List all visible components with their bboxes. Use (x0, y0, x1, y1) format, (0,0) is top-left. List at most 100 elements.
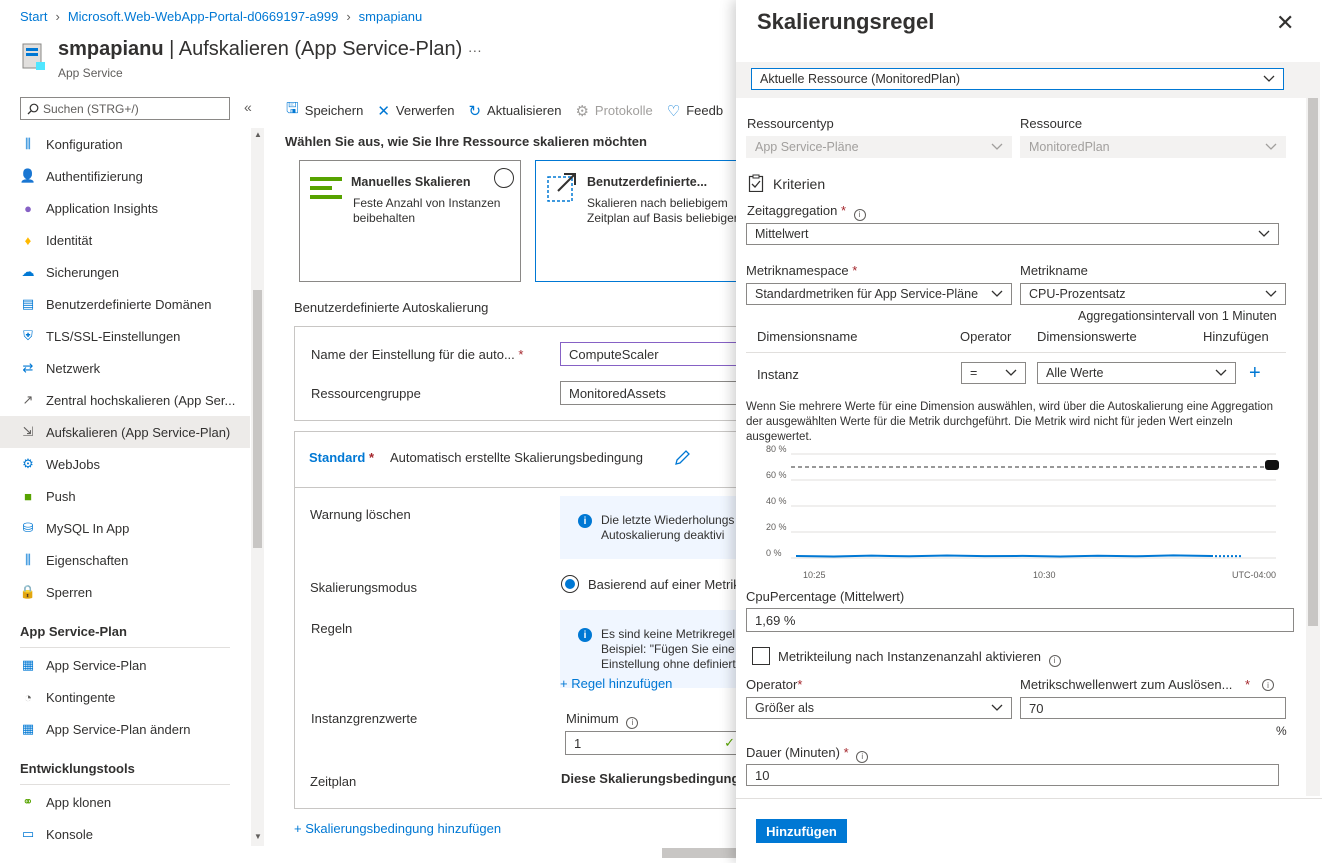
custom-scale-desc: Skalieren nach beliebigem Zeitplan auf B… (587, 196, 738, 225)
divider (736, 798, 1322, 799)
logs-icon: ⚙ (575, 102, 589, 120)
minimum-label: Minimum i (566, 711, 639, 729)
discard-button[interactable]: ✕ Verwerfen (377, 102, 454, 120)
dimension-operator-select[interactable]: = (961, 362, 1026, 384)
sidebar-item-kontingente[interactable]: ◔ Kontingente (0, 681, 250, 713)
breadcrumb-start[interactable]: Start (20, 9, 47, 24)
insights-icon: ● (24, 200, 32, 216)
metric-mode-radio[interactable] (561, 575, 579, 593)
resource-label: Ressource (1020, 116, 1083, 131)
resource-group-input[interactable]: MonitoredAssets (560, 381, 744, 405)
sidebar-scroll-thumb[interactable] (253, 290, 262, 548)
sidebar-item-app-klonen[interactable]: ⚭ App klonen (0, 786, 250, 818)
sidebar-item-sperren[interactable]: 🔒 Sperren (0, 576, 250, 608)
domain-icon: ▤ (21, 296, 35, 311)
scroll-down-icon[interactable]: ▼ (254, 832, 262, 841)
scaleout-icon: ⇲ (22, 424, 34, 439)
add-condition-link[interactable]: + Skalierungsbedingung hinzufügen (294, 821, 501, 836)
sidebar-item-mysql[interactable]: ⛁ MySQL In App (0, 512, 250, 544)
duration-input[interactable]: 10 (746, 764, 1279, 786)
scale-method-title: Wählen Sie aus, wie Sie Ihre Ressource s… (285, 134, 647, 149)
instance-limits-label: Instanzgrenzwerte (311, 711, 418, 726)
push-icon: ■ (24, 488, 32, 504)
sidebar-item-identitaet[interactable]: ♦ Identität (0, 224, 250, 256)
resource-type-select[interactable]: App Service-Pläne (746, 136, 1012, 158)
add-dimension-icon[interactable]: + (1249, 363, 1261, 383)
custom-scale-card[interactable]: Benutzerdefinierte... Skalieren nach bel… (535, 160, 745, 282)
setting-name-input[interactable]: ComputeScaler (560, 342, 744, 366)
sidebar-item-application-insights[interactable]: ● Application Insights (0, 192, 250, 224)
sidebar-item-authentifizierung[interactable]: 👤 Authentifizierung (0, 160, 250, 192)
edit-pencil-icon[interactable] (674, 448, 690, 469)
close-icon: ✕ (377, 102, 390, 120)
info-circle-icon: i (626, 716, 639, 729)
metric-namespace-select[interactable]: Standardmetriken für App Service-Pläne (746, 283, 1012, 305)
threshold-input[interactable]: 70 (1020, 697, 1286, 719)
breadcrumb-resource-group[interactable]: Microsoft.Web-WebApp-Portal-d0669197-a99… (68, 9, 339, 24)
webjobs-icon: ⚙ (22, 456, 34, 471)
sidebar-item-tls[interactable]: ⛨ TLS/SSL-Einstellungen (0, 320, 250, 352)
sidebar-section-dev: Entwicklungstools (20, 761, 135, 776)
metric-namespace-label: Metriknamespace * (746, 263, 858, 278)
resource-select[interactable]: MonitoredPlan (1020, 136, 1286, 158)
collapse-sidebar-icon[interactable]: « (244, 99, 252, 115)
chevron-down-icon (1005, 369, 1017, 376)
split-metric-checkbox[interactable] (752, 647, 770, 665)
sidebar-item-plan-aendern[interactable]: ▦ App Service-Plan ändern (0, 713, 250, 745)
minimum-input[interactable]: 1 ✓ (565, 731, 744, 755)
sidebar-item-aufskalieren[interactable]: ⇲ Aufskalieren (App Service-Plan) (0, 416, 250, 448)
breadcrumb-app[interactable]: smpapianu (359, 9, 423, 24)
sidebar-item-konsole[interactable]: ▭ Konsole (0, 818, 250, 848)
standard-label[interactable]: Standard * (309, 450, 374, 465)
sidebar-item-sicherungen[interactable]: ☁ Sicherungen (0, 256, 250, 288)
metric-name-select[interactable]: CPU-Prozentsatz (1020, 283, 1286, 305)
add-button[interactable]: Hinzufügen (756, 819, 847, 843)
manual-scale-desc: Feste Anzahl von Instanzen beibehalten (353, 196, 501, 225)
sidebar-item-app-service-plan[interactable]: ▦ App Service-Plan (0, 649, 250, 681)
chevron-down-icon (1215, 369, 1227, 376)
breadcrumb: Start › Microsoft.Web-WebApp-Portal-d066… (20, 9, 422, 24)
chevron-down-icon (991, 290, 1003, 297)
y-tick-label: 80 % (766, 444, 787, 454)
save-icon: 🖫 (286, 100, 299, 117)
operator-label: Operator* (746, 677, 803, 692)
manual-scale-radio[interactable] (494, 168, 514, 188)
close-icon[interactable]: ✕ (1276, 10, 1294, 36)
manual-scale-card[interactable]: Manuelles Skalieren Feste Anzahl von Ins… (299, 160, 521, 282)
logs-button[interactable]: ⚙ Protokolle (575, 102, 652, 120)
dimension-values-select[interactable]: Alle Werte (1037, 362, 1236, 384)
refresh-icon: ↻ (468, 102, 482, 120)
time-aggregation-select[interactable]: Mittelwert (746, 223, 1279, 245)
info-circle-icon: i (853, 208, 866, 221)
save-button[interactable]: 🖫 Speichern (286, 98, 363, 123)
refresh-button[interactable]: ↻ Aktualisieren (468, 102, 561, 120)
panel-scroll-thumb[interactable] (1308, 98, 1318, 626)
resource-scope-select[interactable]: Aktuelle Ressource (MonitoredPlan) (751, 68, 1284, 90)
more-options-button[interactable]: ··· (468, 42, 482, 58)
scaleup-icon: ↗ (22, 392, 34, 407)
app-service-icon (20, 42, 46, 72)
warning-delete-label: Warnung löschen (310, 507, 411, 522)
schedule-value: Diese Skalierungsbedingung (561, 771, 740, 786)
sidebar-item-konfiguration[interactable]: ⫼ Konfiguration (0, 128, 250, 160)
sidebar-item-domaenen[interactable]: ▤ Benutzerdefinierte Domänen (0, 288, 250, 320)
resource-type-label: Ressourcentyp (747, 116, 834, 131)
scroll-up-icon[interactable]: ▲ (254, 130, 262, 139)
info-circle-icon: i (856, 750, 869, 763)
add-rule-link[interactable]: + Regel hinzufügen (560, 676, 672, 691)
sidebar-item-webjobs[interactable]: ⚙ WebJobs (0, 448, 250, 480)
search-input[interactable]: Suchen (STRG+/) (20, 97, 230, 120)
auth-icon: 👤 (19, 168, 37, 183)
sidebar-item-push[interactable]: ■ Push (0, 480, 250, 512)
sidebar-item-zentral-hochskalieren[interactable]: ↗ Zentral hochskalieren (App Ser... (0, 384, 250, 416)
sidebar-item-netzwerk[interactable]: ⇄ Netzwerk (0, 352, 250, 384)
sidebar: ⫼ Konfiguration 👤 Authentifizierung ● Appli… (0, 128, 250, 848)
sidebar-item-eigenschaften[interactable]: ⫼ Eigenschaften (0, 544, 250, 576)
feedback-button[interactable]: ♡ Feedb (667, 102, 723, 120)
rules-info-text: Es sind keine Metrikregel Beispiel: "Füg… (601, 627, 736, 671)
operator-select[interactable]: Größer als (746, 697, 1012, 719)
lock-icon: 🔒 (19, 584, 37, 599)
change-plan-icon: ▦ (21, 721, 35, 736)
horizontal-scroll-thumb[interactable] (662, 848, 736, 858)
panel-title: Skalierungsregel (757, 9, 935, 34)
